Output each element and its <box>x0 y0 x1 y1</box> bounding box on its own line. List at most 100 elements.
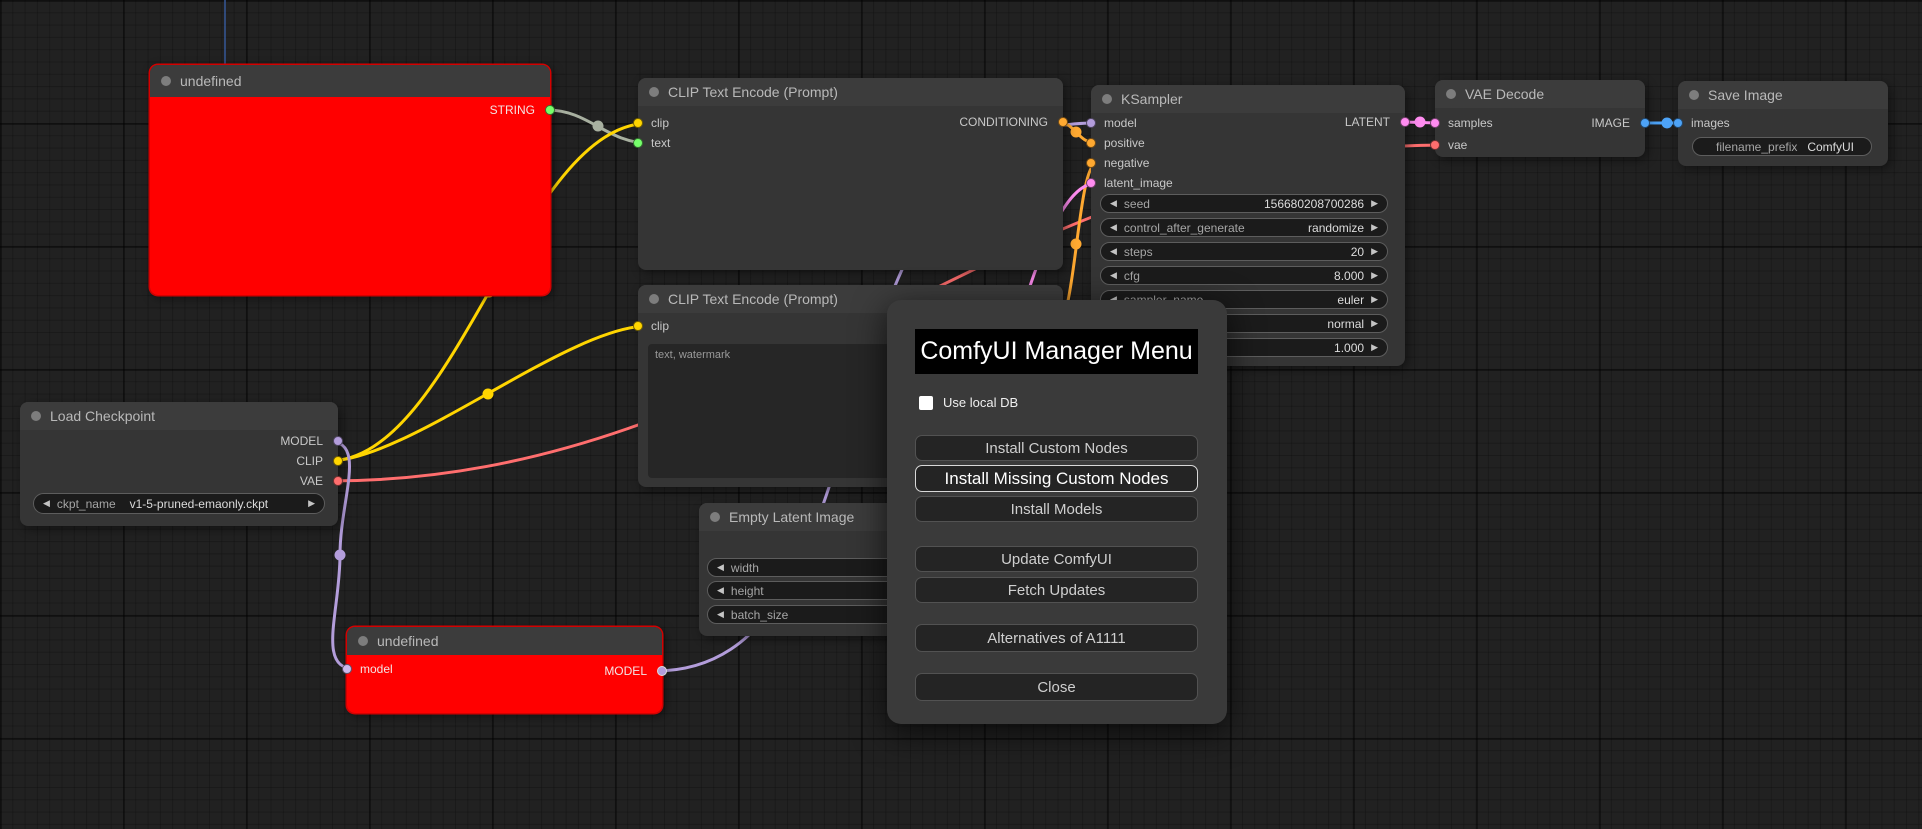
comfyui-manager-dialog: ComfyUI Manager Menu Use local DB Instal… <box>887 300 1227 724</box>
link-dot[interactable] <box>1414 116 1426 128</box>
input-label: vae <box>1448 138 1468 152</box>
node-vae-decode[interactable]: VAE Decode samples vae IMAGE <box>1430 80 1650 157</box>
output-port-clip[interactable] <box>333 456 343 466</box>
node-clip-text-encode-1[interactable]: CLIP Text Encode (Prompt) clip text COND… <box>633 78 1068 270</box>
link-dot[interactable] <box>592 120 604 132</box>
decrement-arrow-icon[interactable]: ◀ <box>717 586 724 595</box>
output-port-model[interactable] <box>333 436 343 446</box>
input-port-model[interactable] <box>1086 118 1096 128</box>
input-label: negative <box>1104 156 1150 170</box>
node-title-bar[interactable]: undefined <box>150 65 550 97</box>
fetch-updates-button[interactable]: Fetch Updates <box>915 577 1198 603</box>
node-undefined-bottom[interactable]: undefined model MODEL <box>342 627 667 713</box>
widget-value: 1.000 <box>1334 340 1365 355</box>
collapse-dot-icon[interactable] <box>31 411 41 421</box>
widget-label: filename_prefix <box>1716 139 1798 154</box>
node-title-bar[interactable]: Load Checkpoint <box>20 402 338 430</box>
widget-value: euler <box>1337 292 1365 307</box>
decrement-arrow-icon[interactable]: ◀ <box>1110 199 1117 208</box>
input-port-text[interactable] <box>633 138 643 148</box>
node-save-image[interactable]: Save Image images filename_prefix ComfyU… <box>1673 81 1888 166</box>
output-label: LATENT <box>1344 115 1390 129</box>
output-port-model[interactable] <box>657 666 667 676</box>
link-dot[interactable] <box>1070 126 1082 138</box>
increment-arrow-icon[interactable]: ▶ <box>1371 319 1378 328</box>
node-undefined-top[interactable]: undefined STRING <box>150 65 555 295</box>
install-missing-custom-nodes-button[interactable]: Install Missing Custom Nodes <box>915 465 1198 492</box>
input-port-latent-image[interactable] <box>1086 178 1096 188</box>
node-title-bar[interactable]: Save Image <box>1678 81 1888 109</box>
widget-label: width <box>730 560 759 575</box>
input-port-clip[interactable] <box>633 321 643 331</box>
output-port-conditioning[interactable] <box>1058 117 1068 127</box>
widget-filename-prefix[interactable]: filename_prefix ComfyUI <box>1692 137 1872 156</box>
collapse-dot-icon[interactable] <box>1446 89 1456 99</box>
output-label: STRING <box>489 103 535 117</box>
input-port-clip[interactable] <box>633 118 643 128</box>
input-port-model[interactable] <box>342 664 352 674</box>
output-port-latent[interactable] <box>1400 117 1410 127</box>
use-local-db-label: Use local DB <box>943 395 1019 410</box>
node-load-checkpoint[interactable]: Load Checkpoint MODEL CLIP VAE ◀ ckpt_na… <box>20 402 343 526</box>
decrement-arrow-icon[interactable]: ◀ <box>1110 223 1117 232</box>
link-dot[interactable] <box>334 549 346 561</box>
increment-arrow-icon[interactable]: ▶ <box>1371 271 1378 280</box>
collapse-dot-icon[interactable] <box>1102 94 1112 104</box>
widget-control-after-generate[interactable]: ◀ control_after_generate randomize ▶ <box>1100 218 1388 237</box>
output-port-image[interactable] <box>1640 118 1650 128</box>
collapse-dot-icon[interactable] <box>649 87 659 97</box>
input-port-images[interactable] <box>1673 118 1683 128</box>
use-local-db-checkbox[interactable] <box>919 395 933 410</box>
link-dot[interactable] <box>1661 117 1673 129</box>
increment-arrow-icon[interactable]: ▶ <box>1371 343 1378 352</box>
decrement-arrow-icon[interactable]: ◀ <box>717 610 724 619</box>
widget-cfg[interactable]: ◀ cfg 8.000 ▶ <box>1100 266 1388 285</box>
node-title-bar[interactable]: VAE Decode <box>1435 80 1645 108</box>
increment-arrow-icon[interactable]: ▶ <box>1371 199 1378 208</box>
input-port-negative[interactable] <box>1086 158 1096 168</box>
collapse-dot-icon[interactable] <box>358 636 368 646</box>
close-button[interactable]: Close <box>915 673 1198 701</box>
alternatives-a1111-button[interactable]: Alternatives of A1111 <box>915 624 1198 652</box>
collapse-dot-icon[interactable] <box>649 294 659 304</box>
output-port-string[interactable] <box>545 105 555 115</box>
input-port-samples[interactable] <box>1430 118 1440 128</box>
collapse-dot-icon[interactable] <box>161 76 171 86</box>
input-label: model <box>360 662 393 676</box>
node-title: Load Checkpoint <box>50 408 156 424</box>
collapse-dot-icon[interactable] <box>1689 90 1699 100</box>
install-custom-nodes-button[interactable]: Install Custom Nodes <box>915 435 1198 461</box>
decrement-arrow-icon[interactable]: ◀ <box>43 499 50 508</box>
output-label: CLIP <box>296 454 323 468</box>
collapse-dot-icon[interactable] <box>710 512 720 522</box>
decrement-arrow-icon[interactable]: ◀ <box>717 563 724 572</box>
node-title-bar[interactable]: undefined <box>347 627 662 655</box>
input-label: model <box>1104 116 1137 130</box>
comfyui-canvas[interactable]: { "dialog": { "title": "ComfyUI Manager … <box>0 0 1922 829</box>
input-port-vae[interactable] <box>1430 140 1440 150</box>
input-port-positive[interactable] <box>1086 138 1096 148</box>
node-title-bar[interactable]: KSampler <box>1091 85 1405 113</box>
increment-arrow-icon[interactable]: ▶ <box>1371 295 1378 304</box>
widget-label: ckpt_name <box>56 496 116 511</box>
widget-ckpt-name[interactable]: ◀ ckpt_name v1-5-pruned-emaonly.ckpt ▶ <box>33 493 325 514</box>
decrement-arrow-icon[interactable]: ◀ <box>1110 247 1117 256</box>
increment-arrow-icon[interactable]: ▶ <box>1371 223 1378 232</box>
widget-steps[interactable]: ◀ steps 20 ▶ <box>1100 242 1388 261</box>
widget-label: control_after_generate <box>1123 220 1245 235</box>
widget-seed[interactable]: ◀ seed 156680208700286 ▶ <box>1100 194 1388 213</box>
increment-arrow-icon[interactable]: ▶ <box>308 499 315 508</box>
output-port-vae[interactable] <box>333 476 343 486</box>
link-dot[interactable] <box>1070 238 1082 250</box>
link-dot[interactable] <box>482 388 494 400</box>
output-label: MODEL <box>280 434 323 448</box>
install-models-button[interactable]: Install Models <box>915 496 1198 522</box>
decrement-arrow-icon[interactable]: ◀ <box>1110 271 1117 280</box>
node-title: Empty Latent Image <box>729 509 855 525</box>
widget-value: v1-5-pruned-emaonly.ckpt <box>129 496 269 511</box>
node-title-bar[interactable]: CLIP Text Encode (Prompt) <box>638 78 1063 106</box>
increment-arrow-icon[interactable]: ▶ <box>1371 247 1378 256</box>
update-comfyui-button[interactable]: Update ComfyUI <box>915 546 1198 572</box>
node-title: KSampler <box>1121 91 1183 107</box>
widget-value: 8.000 <box>1334 268 1365 283</box>
